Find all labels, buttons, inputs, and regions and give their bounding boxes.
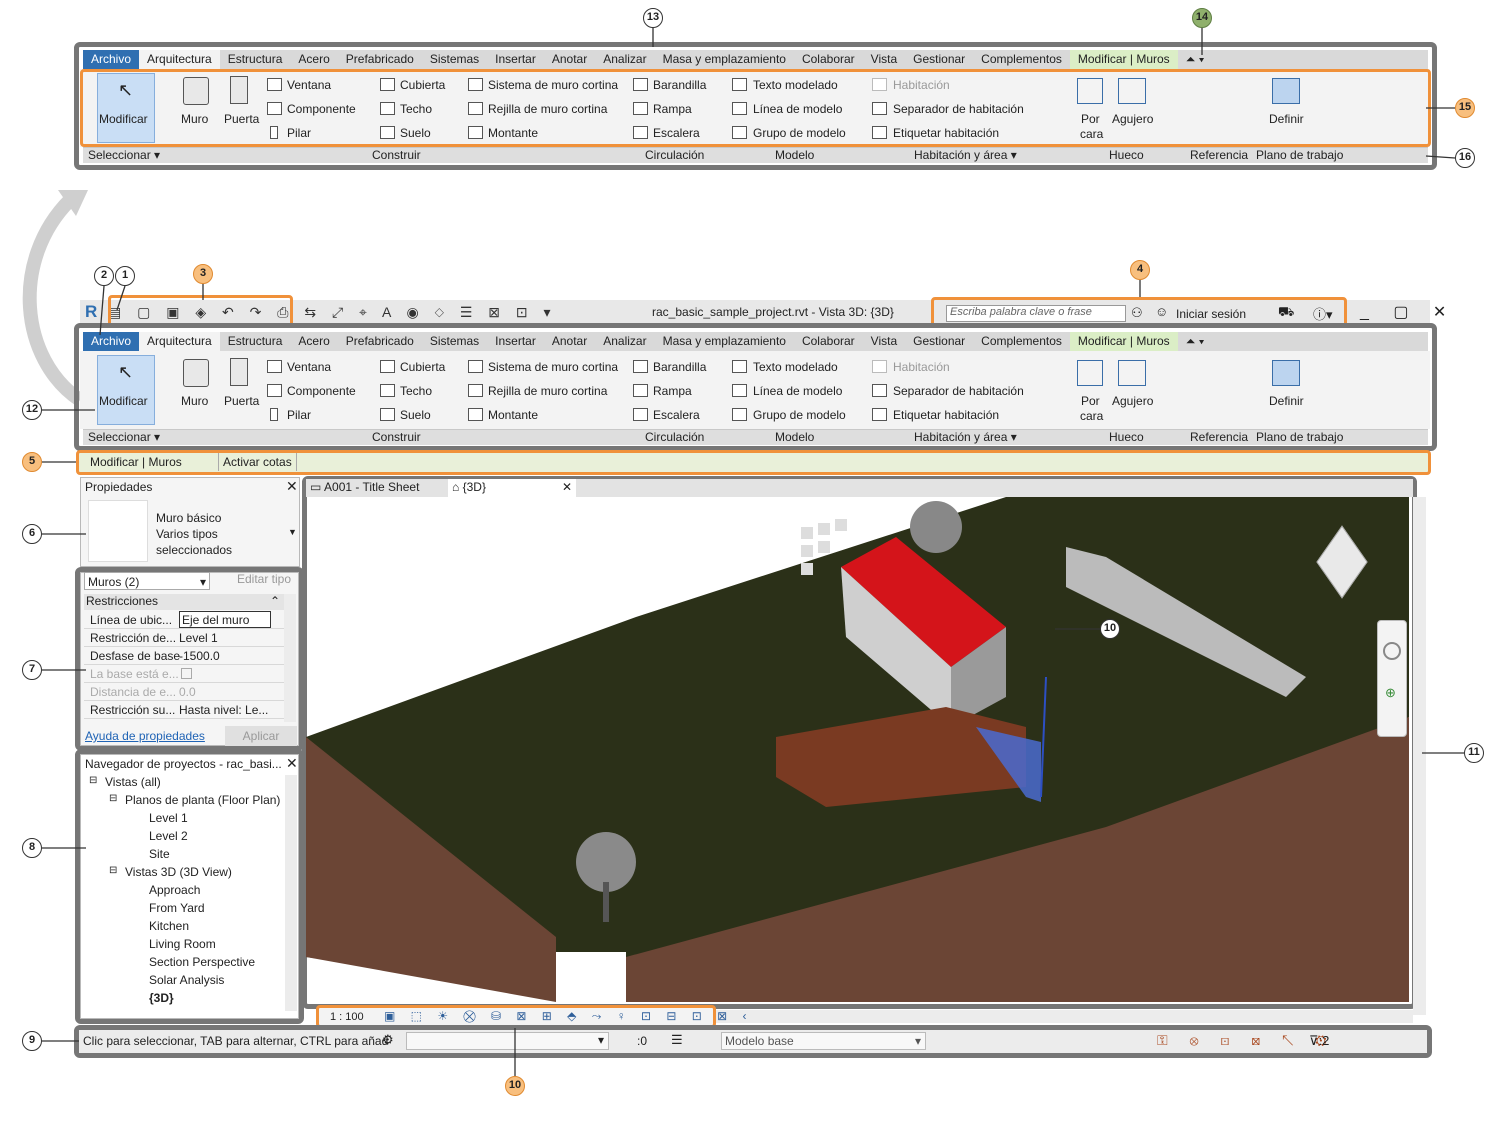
leader-lines: [42, 28, 1464, 1076]
